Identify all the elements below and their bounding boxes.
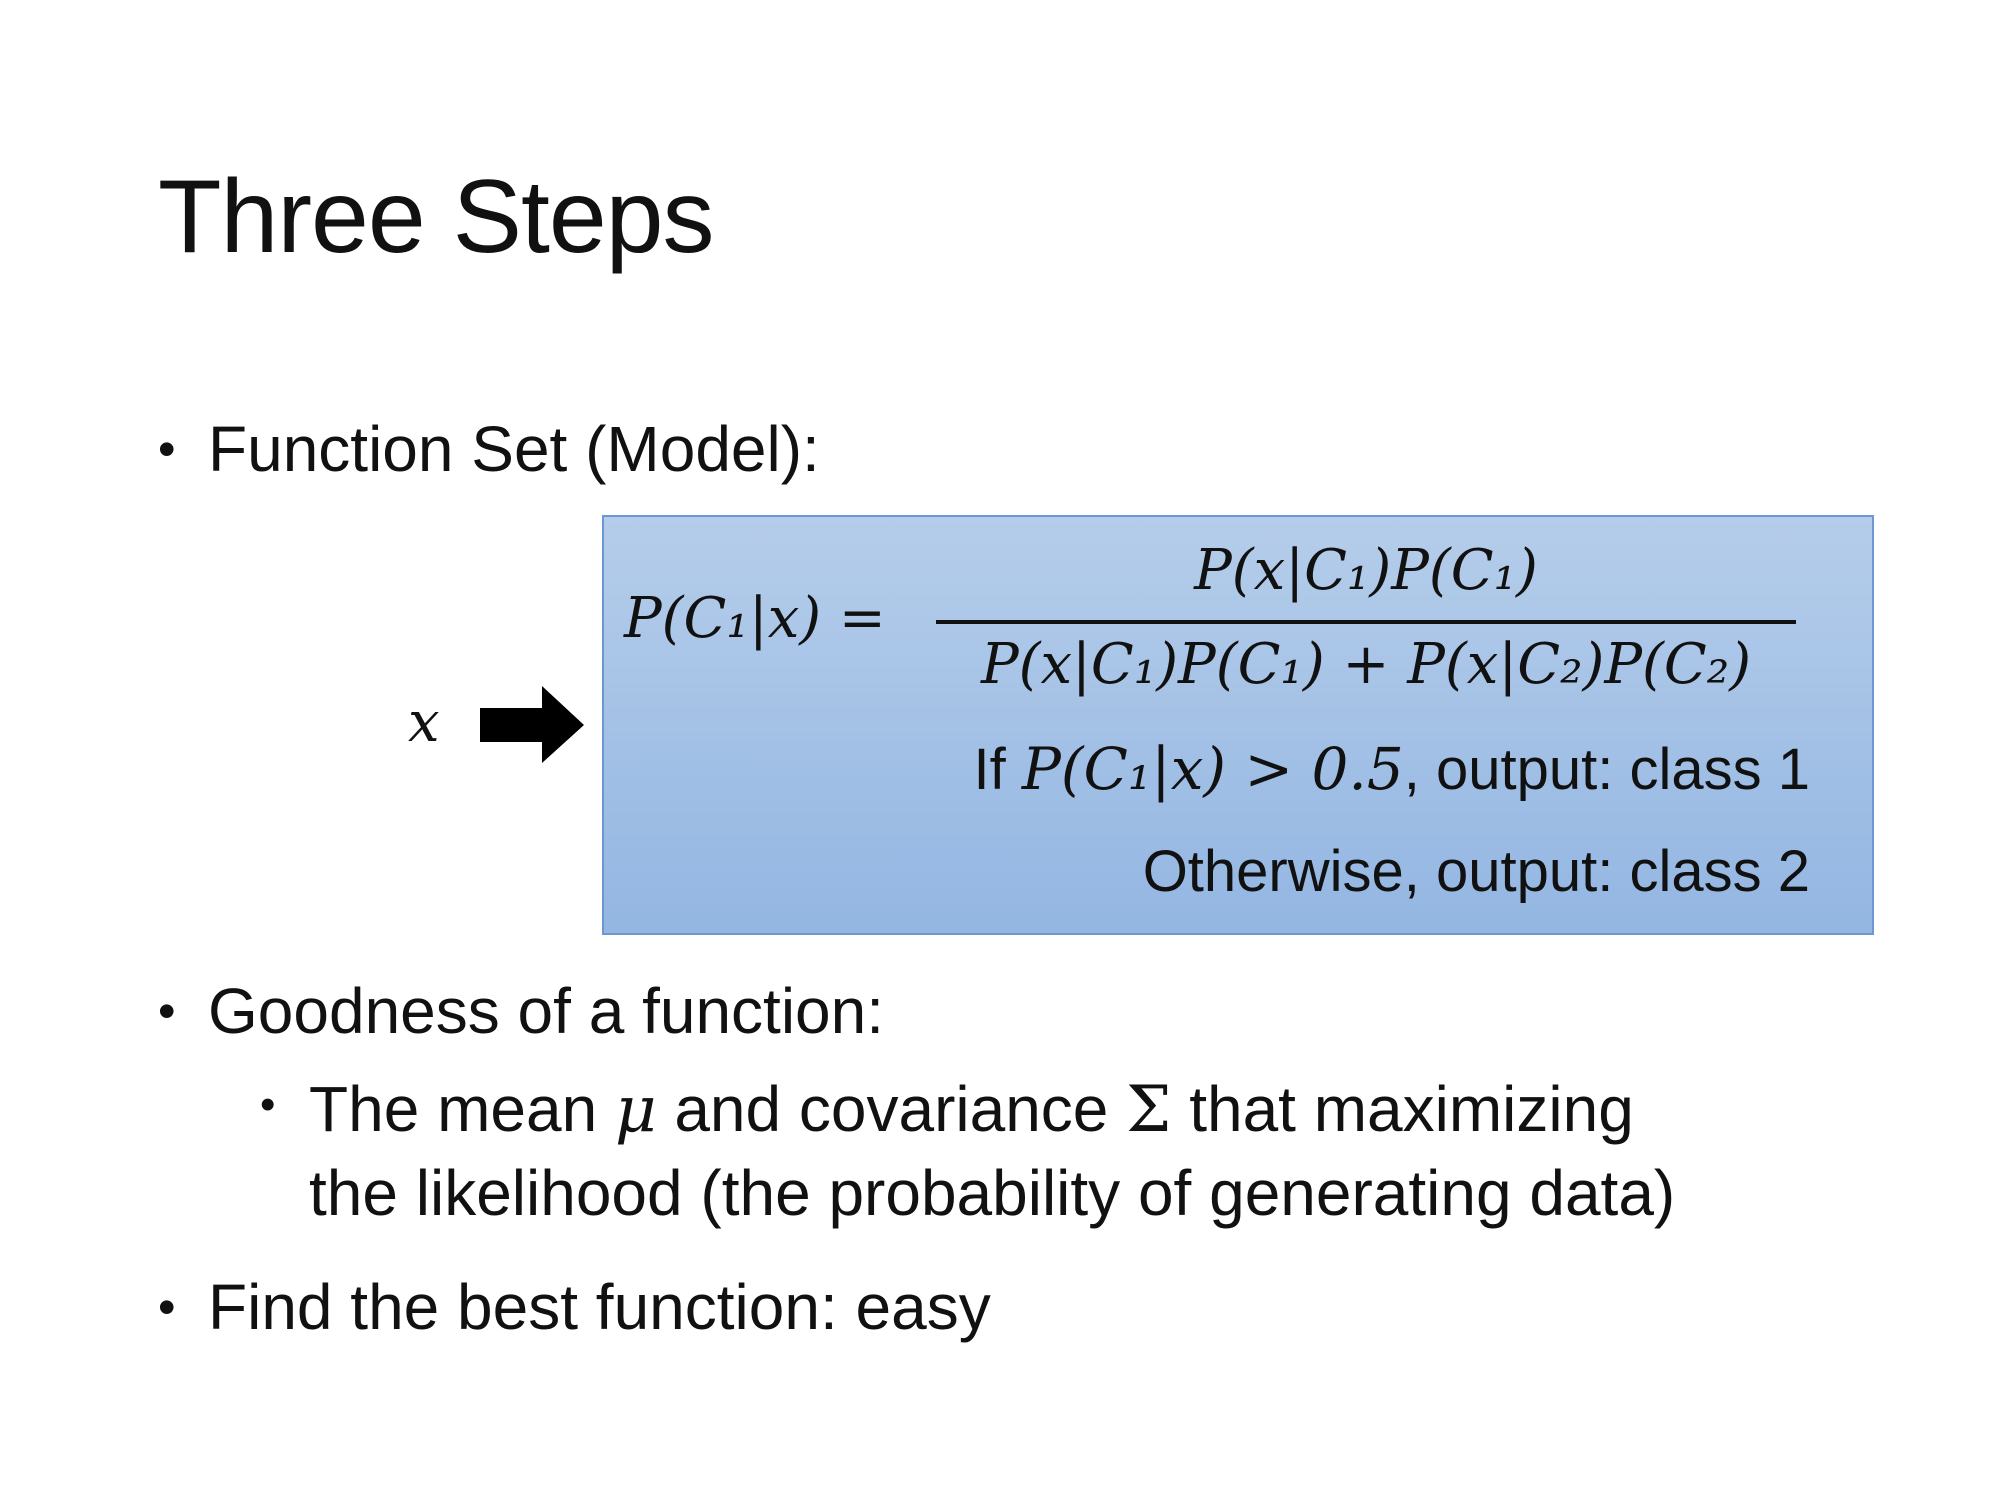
decision-rule: If P(C₁|x) > 0.5, output: class 1 bbox=[974, 735, 1810, 803]
formula-lhs: P(C₁|x) = bbox=[624, 586, 886, 651]
sigma-symbol: Σ bbox=[1126, 1073, 1172, 1147]
rule-then: , output: class 1 bbox=[1403, 737, 1810, 802]
bullet-find-best: Find the best function: easy bbox=[208, 1271, 991, 1343]
sub-bullet-line2: the likelihood (the probability of gener… bbox=[309, 1157, 1676, 1229]
rule-condition: P(C₁|x) > 0.5 bbox=[1021, 735, 1404, 803]
rule-otherwise: Otherwise, output: class 2 bbox=[1142, 839, 1810, 904]
sub-bullet-line1: The mean μ and covariance Σ that maximiz… bbox=[309, 1072, 1634, 1147]
sub-bullet-marker: • bbox=[260, 1080, 276, 1129]
input-variable: x bbox=[408, 690, 440, 755]
bullet-marker: • bbox=[158, 1279, 176, 1335]
bullet-goodness: Goodness of a function: bbox=[208, 975, 884, 1047]
bullet-marker: • bbox=[158, 983, 176, 1039]
bullet-marker: • bbox=[158, 421, 176, 477]
mu-symbol: μ bbox=[614, 1073, 657, 1147]
rule-if: If bbox=[973, 737, 1006, 802]
text: The mean bbox=[309, 1073, 615, 1145]
text: that maximizing bbox=[1171, 1073, 1634, 1145]
formula-denominator: P(x|C₁)P(C₁) + P(x|C₂)P(C₂) bbox=[980, 632, 1752, 697]
fraction-bar bbox=[936, 620, 1796, 624]
right-arrow-icon bbox=[480, 686, 584, 763]
slide-title: Three Steps bbox=[158, 159, 715, 275]
text: and covariance bbox=[656, 1073, 1127, 1145]
bullet-function-set: Function Set (Model): bbox=[208, 413, 820, 485]
formula-numerator: P(x|C₁)P(C₁) bbox=[1194, 538, 1538, 603]
